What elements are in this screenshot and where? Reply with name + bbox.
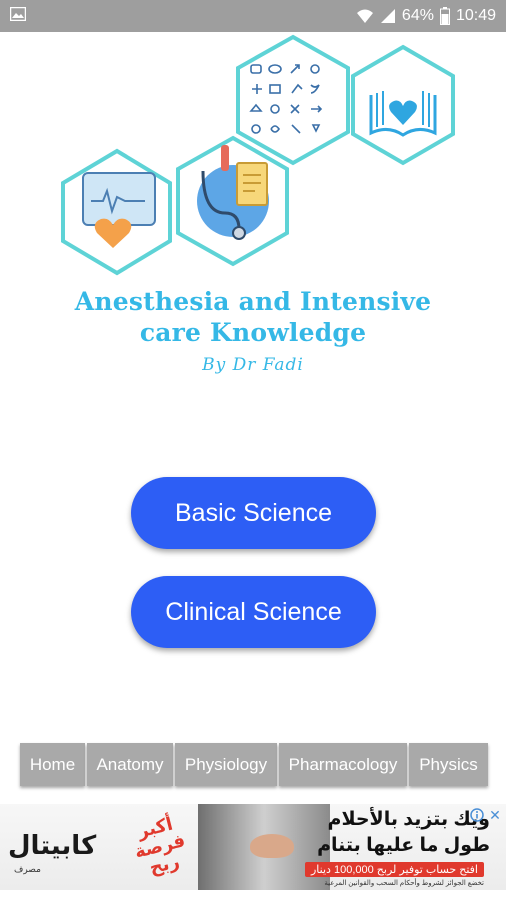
ad-stamp: أكبر فرصة ربح — [132, 813, 188, 878]
status-bar: 64% 10:49 — [0, 0, 506, 32]
battery-percent: 64% — [401, 7, 434, 24]
app-title-line1: Anesthesia and Intensive — [74, 287, 432, 316]
battery-icon — [439, 7, 450, 25]
ad-brand-sub: مصرف — [14, 864, 41, 874]
nav-physics-button[interactable]: Physics — [409, 743, 488, 786]
ad-fine-print: تخضع الجوائز لشروط وأحكام السحب والقواني… — [324, 880, 484, 887]
clock: 10:49 — [455, 7, 496, 24]
nav-pharmacology-button[interactable]: Pharmacology — [279, 743, 407, 786]
ad-cta: افتح حساب توفير لربح 100,000 دينار — [304, 862, 484, 877]
wifi-icon — [356, 9, 373, 23]
ecg-monitor-icon — [61, 148, 172, 276]
author-byline: By Dr Fadi — [202, 355, 304, 375]
ad-photo-face — [250, 834, 294, 858]
image-icon — [10, 7, 26, 21]
app-logo — [61, 34, 455, 276]
basic-science-button[interactable]: Basic Science — [131, 477, 376, 549]
signal-icon — [380, 9, 395, 23]
nav-home-button[interactable]: Home — [20, 743, 85, 786]
adchoices-icon[interactable] — [470, 808, 484, 822]
status-right: 64% 10:49 — [356, 0, 496, 32]
ad-headline-1: ويك بتزيد بالأحلام — [327, 809, 490, 830]
close-icon[interactable]: ✕ — [488, 808, 502, 822]
app-title-line2: care Knowledge — [139, 318, 367, 347]
ad-brand-logo: كابيتال — [8, 830, 97, 860]
stethoscope-clipboard-icon — [176, 135, 289, 267]
bottom-nav: Home Anatomy Physiology Pharmacology Phy… — [20, 743, 488, 786]
bottom-strip — [0, 890, 506, 900]
nav-anatomy-button[interactable]: Anatomy — [87, 743, 173, 786]
medical-symbols-grid-icon — [236, 34, 350, 166]
clinical-science-button[interactable]: Clinical Science — [131, 576, 376, 648]
nav-physiology-button[interactable]: Physiology — [175, 743, 277, 786]
ad-banner[interactable]: كابيتال مصرف أكبر فرصة ربح ويك بتزيد بال… — [0, 804, 506, 890]
book-heart-icon — [351, 44, 455, 166]
ad-headline-2: طول ما عليها بتنام — [317, 835, 490, 856]
